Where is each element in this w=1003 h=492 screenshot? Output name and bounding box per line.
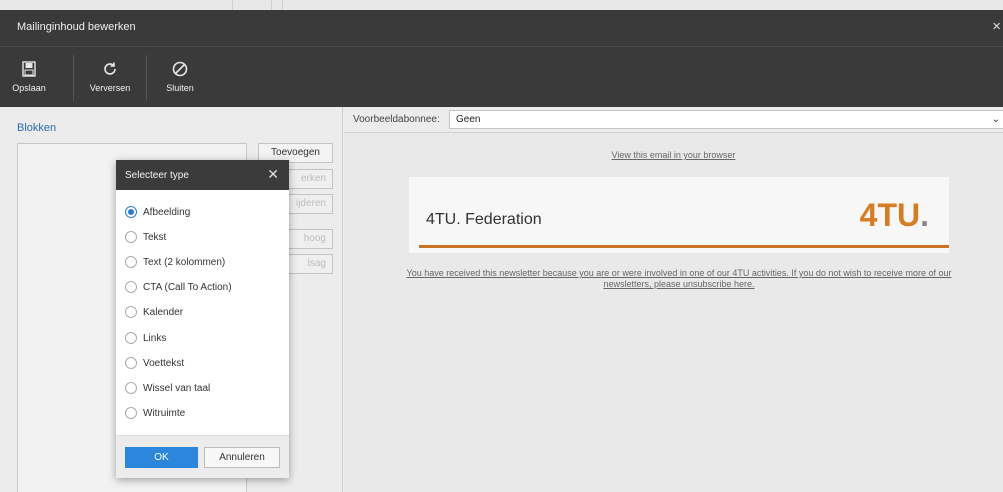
radio-button[interactable] <box>125 357 137 369</box>
type-option-text-2-columns[interactable]: Text (2 kolommen) <box>125 254 225 270</box>
option-label: Tekst <box>143 231 167 243</box>
dialog-header: Selecteer type ✕ <box>116 160 289 190</box>
option-label: Afbeelding <box>143 206 191 218</box>
window-title-bar: Mailinginhoud bewerken × <box>0 10 1003 46</box>
blocks-heading: Blokken <box>17 122 57 134</box>
option-label: Text (2 kolommen) <box>143 256 226 268</box>
header-divider <box>419 245 949 248</box>
logo-dot: . <box>920 197 929 233</box>
select-type-dialog: Selecteer type ✕ Afbeelding Tekst Text (… <box>116 160 289 478</box>
close-label: Sluiten <box>166 83 194 93</box>
close-editor-button[interactable]: Sluiten <box>162 47 198 108</box>
background-window-strip <box>0 0 1003 10</box>
radio-button[interactable] <box>125 231 137 243</box>
dialog-title: Selecteer type <box>125 170 189 181</box>
strip-divider <box>271 0 283 10</box>
option-label: Voettekst <box>143 357 185 369</box>
dialog-close-button[interactable]: ✕ <box>267 167 279 181</box>
type-option-kalender[interactable]: Kalender <box>125 304 183 320</box>
cancel-button[interactable]: Annuleren <box>204 447 280 468</box>
type-option-witruimte[interactable]: Witruimte <box>125 405 185 421</box>
federation-name: 4TU. Federation <box>426 211 542 228</box>
option-label: Links <box>143 332 167 344</box>
type-option-wissel-van-taal[interactable]: Wissel van taal <box>125 380 210 396</box>
subscriber-label: Voorbeeldabonnee: <box>353 114 440 125</box>
subscriber-value: Geen <box>456 114 481 125</box>
radio-button[interactable] <box>125 281 137 293</box>
option-label: CTA (Call To Action) <box>143 281 232 293</box>
toolbar-divider <box>146 55 147 101</box>
radio-button[interactable] <box>125 332 137 344</box>
radio-button[interactable] <box>125 256 137 268</box>
preview-panel: Voorbeeldabonnee: Geen ⌄ View this email… <box>344 107 1003 492</box>
type-option-cta[interactable]: CTA (Call To Action) <box>125 279 232 295</box>
type-option-links[interactable]: Links <box>125 330 166 346</box>
subscriber-select[interactable]: Geen ⌄ <box>449 110 1003 129</box>
save-icon <box>22 61 36 77</box>
window-title: Mailinginhoud bewerken <box>17 21 136 33</box>
dialog-footer: OK Annuleren <box>116 435 289 478</box>
radio-button[interactable] <box>125 382 137 394</box>
subscriber-bar: Voorbeeldabonnee: Geen ⌄ <box>344 107 1003 133</box>
email-header-card: 4TU. Federation 4TU. <box>409 177 949 253</box>
option-label: Wissel van taal <box>143 382 211 394</box>
brand-logo: 4TU. <box>860 197 929 234</box>
logo-text: 4TU <box>859 197 921 233</box>
refresh-icon <box>104 62 116 75</box>
option-label: Kalender <box>143 306 184 318</box>
window-close-button[interactable]: × <box>992 19 1001 34</box>
refresh-button[interactable]: Verversen <box>86 47 134 108</box>
toolbar: Opslaan Verversen Sluiten <box>0 46 1003 107</box>
view-in-browser-link[interactable]: View this email in your browser <box>344 150 1003 160</box>
chevron-down-icon: ⌄ <box>991 114 1000 125</box>
toolbar-divider <box>73 55 74 101</box>
refresh-label: Verversen <box>89 83 131 93</box>
type-option-afbeelding[interactable]: Afbeelding <box>125 204 190 220</box>
radio-button[interactable] <box>125 206 137 218</box>
radio-button[interactable] <box>125 306 137 318</box>
save-button[interactable]: Opslaan <box>9 47 49 108</box>
type-option-tekst[interactable]: Tekst <box>125 229 166 245</box>
radio-button[interactable] <box>125 407 137 419</box>
unsubscribe-link[interactable]: You have received this newsletter becaus… <box>404 268 954 290</box>
type-option-voettekst[interactable]: Voettekst <box>125 355 184 371</box>
save-label: Opslaan <box>12 83 46 93</box>
option-label: Witruimte <box>143 407 186 419</box>
ok-button[interactable]: OK <box>125 447 198 468</box>
strip-divider <box>232 0 233 10</box>
cancel-icon <box>172 61 188 77</box>
